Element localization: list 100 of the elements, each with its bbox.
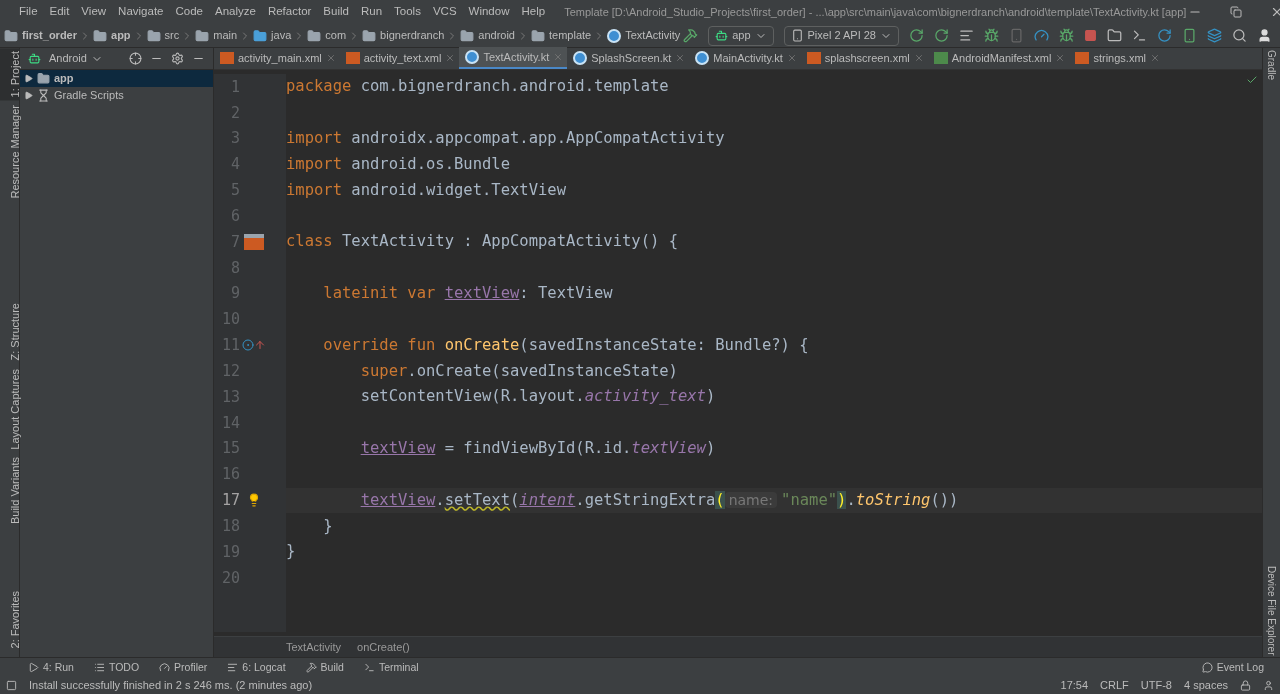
close-tab-icon[interactable]: [445, 53, 456, 63]
menu-item[interactable]: VCS: [427, 3, 462, 21]
android-icon: [28, 52, 41, 65]
code-line: package com.bignerdranch.android.template: [286, 76, 669, 98]
menu-item[interactable]: Run: [355, 3, 388, 21]
package-folder-icon: [307, 28, 322, 43]
menu-item[interactable]: Refactor: [262, 3, 317, 21]
code-line: class TextActivity : AppCompatActivity() {: [286, 231, 678, 253]
code-line: textView = findViewById(R.id.textView): [359, 438, 716, 460]
lock-icon[interactable]: [1240, 680, 1251, 691]
tree-item[interactable]: app: [20, 70, 213, 87]
menu-item[interactable]: Window: [463, 3, 515, 21]
settings-icon[interactable]: [171, 52, 184, 65]
editor-tab[interactable]: strings.xml: [1069, 47, 1164, 69]
profiler-icon[interactable]: [1034, 28, 1049, 43]
search-icon[interactable]: [1232, 28, 1247, 43]
folder-icon: [146, 28, 161, 43]
menu-item[interactable]: Code: [170, 3, 208, 21]
menu-item[interactable]: Build: [318, 3, 354, 21]
editor-tab[interactable]: TextActivity.kt: [459, 47, 568, 69]
code-line: override fun onCreate(savedInstanceState: Bundle?) {: [322, 334, 809, 356]
close-tab-icon[interactable]: [1150, 53, 1160, 63]
locate-icon[interactable]: [129, 52, 142, 65]
breadcrumb-item[interactable]: app: [111, 27, 131, 44]
breadcrumb-item[interactable]: java: [271, 27, 292, 44]
breadcrumb-item[interactable]: bignerdranch: [380, 27, 445, 44]
tool-window-tab[interactable]: Device File Explorer: [1256, 563, 1280, 657]
view-dropdown[interactable]: Android: [49, 50, 103, 67]
tool-window-button[interactable]: 6: Logcat: [227, 659, 286, 676]
lightbulb-icon[interactable]: [247, 493, 261, 508]
tool-window-tab[interactable]: Z: Structure: [0, 300, 20, 364]
inspection-ok-icon[interactable]: [1246, 74, 1258, 86]
debugger-attach-icon[interactable]: [1059, 28, 1074, 43]
file-encoding[interactable]: UTF-8: [1140, 677, 1172, 694]
override-icon[interactable]: [242, 339, 266, 352]
xml-file-icon: [220, 52, 234, 64]
menu-item[interactable]: Analyze: [209, 3, 261, 21]
tool-window-tab[interactable]: Resource Manager: [0, 102, 20, 203]
tool-window-tab[interactable]: Gradle: [1256, 48, 1280, 82]
module-folder-icon: [93, 28, 108, 43]
tool-window-button[interactable]: 4: Run: [28, 659, 74, 676]
run-config-dropdown[interactable]: app: [708, 25, 774, 46]
close-tab-icon[interactable]: [675, 53, 686, 63]
close-tab-icon[interactable]: [1055, 53, 1066, 63]
menu-item[interactable]: Edit: [44, 3, 75, 21]
editor-tab[interactable]: AndroidManifest.xml: [927, 47, 1070, 69]
line-number: 17: [220, 490, 240, 512]
tool-window-button[interactable]: Terminal: [363, 659, 419, 676]
code-line: textView.setText(intent.getStringExtra( name: "name").toString()): [359, 489, 959, 511]
editor-tab[interactable]: MainActivity.kt: [689, 47, 801, 69]
breadcrumb-item[interactable]: first_order: [22, 27, 78, 44]
close-tab-icon[interactable]: [786, 53, 797, 63]
code-line: lateinit var textView: TextView: [322, 283, 613, 305]
breadcrumb-item[interactable]: src: [164, 27, 180, 44]
debug-icon[interactable]: [984, 28, 999, 43]
menu-item[interactable]: Tools: [389, 3, 426, 21]
sync-icon[interactable]: [1157, 28, 1172, 43]
breadcrumb-item[interactable]: com: [325, 27, 347, 44]
editor-tab[interactable]: activity_main.xml: [214, 47, 340, 69]
speech-bubble-icon: [1201, 662, 1213, 673]
line-separator[interactable]: CRLF: [1100, 677, 1129, 694]
restore-icon[interactable]: [1230, 6, 1243, 18]
menu-item[interactable]: Help: [516, 3, 551, 21]
tree-item[interactable]: Gradle Scripts: [20, 87, 213, 104]
menu-item[interactable]: File: [14, 3, 43, 21]
editor-breadcrumb[interactable]: onCreate(): [357, 638, 410, 656]
build-icon: [305, 662, 317, 673]
stop-icon[interactable]: [1084, 29, 1097, 42]
tool-window-button[interactable]: Profiler: [159, 659, 208, 676]
tool-window-button[interactable]: TODO: [93, 659, 140, 676]
user-icon[interactable]: [1257, 28, 1272, 43]
menu-item[interactable]: View: [76, 3, 112, 21]
tool-window-button[interactable]: Build: [305, 659, 344, 676]
package-folder-icon: [362, 28, 377, 43]
editor-tab[interactable]: SplashScreen.kt: [567, 47, 690, 69]
tool-window-tab[interactable]: Layout Captures: [0, 365, 20, 453]
caret-position[interactable]: 17:54: [1060, 677, 1089, 694]
tool-window-tab[interactable]: 2: Favorites: [0, 587, 20, 651]
menu-item[interactable]: Navigate: [113, 3, 169, 21]
breadcrumb-item[interactable]: android: [478, 27, 515, 44]
folder-icon: [253, 28, 268, 43]
window-title: Template [D:\Android_Studio_Projects\first_order] - ...\app\src\main\java\com\bignerdranch\android\template\TextActivity.kt [app]: [564, 4, 1187, 20]
breadcrumb-item[interactable]: TextActivity: [625, 27, 681, 44]
status-message: Install successfully finished in 2 s 246 ms. (2 minutes ago): [29, 678, 313, 694]
terminal-window-icon[interactable]: [1132, 28, 1147, 43]
tool-window-tab[interactable]: Build Variants: [0, 454, 20, 528]
close-icon[interactable]: [1270, 5, 1280, 19]
build-icon[interactable]: [683, 28, 699, 43]
editor-breadcrumb[interactable]: TextActivity: [286, 638, 341, 656]
close-tab-icon[interactable]: [913, 53, 924, 63]
editor-tab[interactable]: activity_text.xml: [339, 47, 460, 69]
event-log-button[interactable]: Event Log: [1201, 659, 1264, 676]
breadcrumb-item[interactable]: main: [213, 27, 238, 44]
editor-tab[interactable]: splashscreen.xml: [800, 47, 928, 69]
breadcrumb-item[interactable]: template: [549, 27, 592, 44]
lines-icon[interactable]: [959, 28, 974, 43]
indent-setting[interactable]: 4 spaces: [1183, 677, 1228, 694]
tool-window-tab[interactable]: 1: Project: [0, 48, 20, 101]
device-dropdown[interactable]: Pixel 2 API 28: [783, 25, 899, 46]
close-tab-icon[interactable]: [325, 53, 336, 63]
